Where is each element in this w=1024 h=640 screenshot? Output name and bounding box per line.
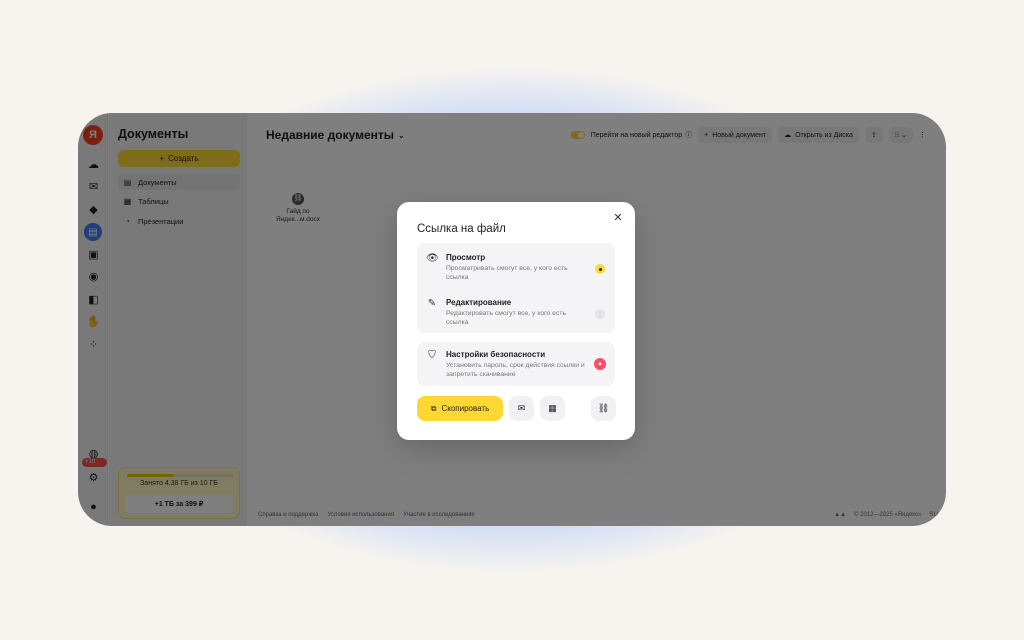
option-edit[interactable]: ✎ Редактирование Редактировать смогут вс… [417, 290, 615, 332]
lock-icon: ▲ [594, 358, 606, 370]
link-icon: ⛓ [597, 403, 610, 413]
link-settings-button[interactable]: ⛓ [591, 396, 616, 421]
security-option: ⛉ Настройки безопасности Установить паро… [417, 342, 615, 384]
option-title: Просмотр [446, 253, 486, 262]
qr-code-button[interactable]: ▦ [540, 396, 565, 421]
dialog-title: Ссылка на файл [417, 223, 506, 235]
option-desc: Просматривать смогут все, у кого есть сс… [446, 265, 568, 281]
eye-icon: 👁 [426, 253, 439, 264]
access-options-card: 👁 Просмотр Просматривать смогут все, у к… [417, 243, 615, 333]
security-desc: Установить пароль, срок действия ссылки … [446, 362, 585, 378]
copy-icon: ⧉ [430, 403, 437, 413]
option-desc: Редактировать смогут все, у кого есть сс… [446, 310, 567, 326]
mail-icon: ✉ [517, 403, 526, 413]
shield-icon: ⛉ [428, 350, 436, 361]
copy-link-button[interactable]: ⧉ Скопировать [417, 396, 503, 421]
copy-label: Скопировать [441, 404, 490, 413]
edit-radio[interactable] [595, 309, 605, 319]
qr-code-icon: ▦ [548, 403, 557, 413]
security-title: Настройки безопасности [446, 350, 546, 359]
share-link-dialog: Ссылка на файл ✕ 👁 Просмотр Просматриват… [397, 202, 635, 440]
view-radio[interactable] [595, 264, 605, 274]
email-button[interactable]: ✉ [509, 396, 534, 421]
security-settings-card[interactable]: ⛉ Настройки безопасности Установить паро… [417, 342, 615, 386]
close-icon[interactable]: ✕ [611, 211, 625, 225]
pencil-icon: ✎ [427, 298, 437, 309]
option-view[interactable]: 👁 Просмотр Просматривать смогут все, у к… [417, 245, 615, 287]
option-title: Редактирование [446, 298, 512, 307]
